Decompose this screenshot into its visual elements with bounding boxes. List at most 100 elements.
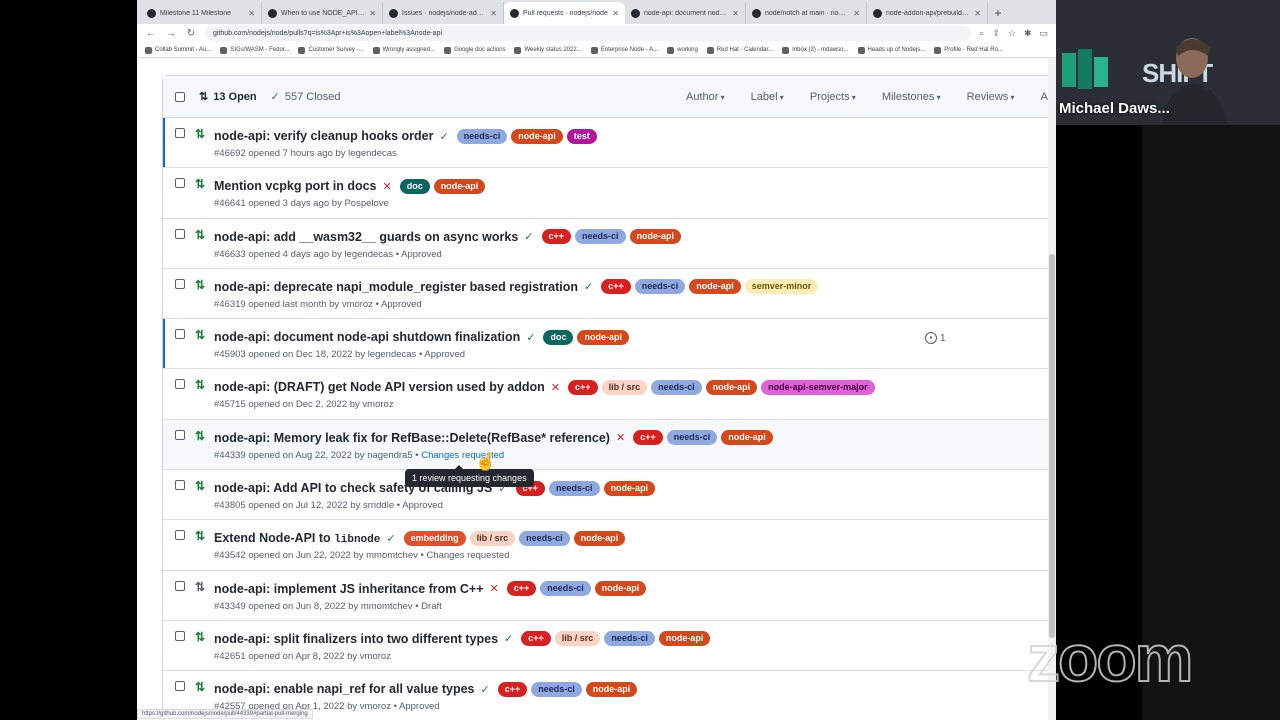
close-icon[interactable]: ✕	[853, 9, 860, 18]
pr-row[interactable]: ⇅ node-api: verify cleanup hooks order ✓ ne…	[163, 118, 1056, 169]
check-success-icon[interactable]: ✓	[524, 230, 533, 243]
pr-title-link[interactable]: node-api: implement JS inheritance from …	[214, 582, 484, 596]
row-checkbox[interactable]	[175, 278, 185, 289]
sidepanel-icon[interactable]: ▭	[1039, 28, 1048, 39]
label-cpp[interactable]: c++	[497, 681, 528, 697]
check-success-icon[interactable]: ✓	[526, 331, 535, 344]
row-checkbox[interactable]	[175, 580, 185, 591]
star-icon[interactable]: ☆	[1008, 28, 1016, 39]
label-lib[interactable]: lib / src	[601, 379, 648, 395]
label-node-api[interactable]: node-api	[573, 530, 626, 546]
url-input[interactable]: github.com/nodejs/node/pulls?q=is%3Apr+i…	[205, 26, 972, 41]
label-semver-minor[interactable]: semver-minor	[744, 279, 819, 295]
pr-row[interactable]: ⇅ Extend Node-API to libnode ✓ embedding lib…	[163, 520, 1056, 571]
bookmark-item[interactable]: Wrongly assigned...	[372, 46, 435, 54]
filter-reviews[interactable]: Reviews	[967, 91, 1015, 103]
close-icon[interactable]: ✕	[732, 9, 739, 18]
label-needs-ci[interactable]: needs-ci	[634, 279, 686, 295]
browser-tab[interactable]: When to use NODE_API_ADDO... ✕	[262, 2, 383, 24]
pr-row[interactable]: ⇅ node-api: (DRAFT) get Node API version …	[163, 369, 1056, 420]
pr-row[interactable]: ⇅ node-api: Add API to check safety of ca…	[163, 470, 1056, 521]
pr-row[interactable]: ⇅ Mention vcpkg port in docs ✕ doc node-api #…	[163, 168, 1056, 219]
pr-title-link[interactable]: node-api: enable napi_ref for all value …	[214, 682, 475, 696]
label-needs-ci[interactable]: needs-ci	[575, 229, 626, 245]
select-all-checkbox[interactable]	[175, 91, 185, 102]
scrollbar-thumb[interactable]	[1049, 254, 1055, 638]
label-needs-ci[interactable]: needs-ci	[666, 430, 718, 446]
label-needs-ci[interactable]: needs-ci	[549, 480, 600, 496]
label-node-api[interactable]: node-api	[577, 329, 629, 345]
label-lib[interactable]: lib / src	[469, 530, 516, 546]
bookmark-item[interactable]: Heads up of Nodejs...	[857, 46, 925, 54]
label-semver-major[interactable]: node-api-semver-major	[761, 379, 875, 395]
bookmark-item[interactable]: working	[667, 46, 698, 54]
label-cpp[interactable]: c++	[521, 631, 551, 647]
forward-icon[interactable]: →	[165, 28, 177, 39]
label-needs-ci[interactable]: needs-ci	[531, 681, 582, 697]
label-node-api[interactable]: node-api	[585, 681, 638, 697]
extensions-icon[interactable]: ✱	[1024, 28, 1032, 39]
close-icon[interactable]: ✕	[248, 9, 255, 18]
row-checkbox[interactable]	[175, 530, 185, 541]
browser-tab[interactable]: node-addon-api/prebuild_too...✕	[867, 2, 988, 24]
pr-title-link[interactable]: node-api: add __wasm32__ guards on async…	[214, 230, 518, 244]
row-checkbox[interactable]	[175, 128, 185, 138]
reload-icon[interactable]: ↻	[185, 28, 197, 39]
check-success-icon[interactable]: ✓	[386, 532, 395, 545]
label-lib[interactable]: lib / src	[554, 631, 601, 647]
pr-title-link[interactable]: node-api: deprecate napi_module_register…	[214, 280, 578, 294]
check-failure-icon[interactable]: ✕	[490, 582, 499, 595]
pr-title-link[interactable]: node-api: split finalizers into two diff…	[214, 632, 498, 646]
zoom-icon[interactable]: ⌕	[979, 28, 984, 39]
share-icon[interactable]: ⇪	[992, 28, 1000, 39]
label-embedding[interactable]: embedding	[403, 530, 466, 546]
pr-row[interactable]: ⇅ node-api: Memory leak fix for RefBase::…	[163, 419, 1056, 471]
close-icon[interactable]: ✕	[974, 9, 981, 18]
row-checkbox[interactable]	[175, 480, 185, 491]
bookmark-item[interactable]: Google doc actions	[444, 46, 505, 54]
label-node-api[interactable]: node-api	[629, 229, 682, 245]
closed-filter[interactable]: ✓ 557 Closed	[271, 90, 341, 104]
pr-row[interactable]: ⇅ node-api: split finalizers into two dif…	[163, 621, 1056, 672]
check-failure-icon[interactable]: ✕	[383, 180, 392, 193]
bookmark-item[interactable]: Profile - Red Hat Ro...	[934, 46, 1003, 54]
row-checkbox[interactable]	[175, 178, 185, 189]
bookmark-item[interactable]: Weekly status 2022...	[514, 46, 582, 54]
label-node-api[interactable]: node-api	[658, 631, 711, 647]
bookmark-item[interactable]: Enterprise Node - A...	[590, 46, 658, 54]
label-cpp[interactable]: c++	[601, 279, 631, 295]
pr-row[interactable]: ⇅ node-api: add __wasm32__ guards on asyn…	[163, 219, 1056, 269]
linked-issues[interactable]: • 1	[925, 332, 946, 345]
label-cpp[interactable]: c++	[633, 430, 663, 446]
bookmark-item[interactable]: Customer Survey -...	[298, 46, 364, 54]
browser-tab[interactable]: node-api: document node-api ✕	[625, 2, 746, 24]
label-node-api[interactable]: node-api	[511, 128, 563, 144]
label-needs-ci[interactable]: needs-ci	[456, 128, 508, 144]
pr-title-link[interactable]: Extend Node-API to libnode	[214, 531, 380, 546]
check-failure-icon[interactable]: ✕	[616, 431, 625, 444]
check-success-icon[interactable]: ✓	[504, 632, 513, 645]
close-icon[interactable]: ✕	[490, 9, 497, 18]
video-thumbnail[interactable]: SHIFT Michael Daws...	[1056, 0, 1280, 125]
row-checkbox[interactable]	[175, 228, 185, 239]
pr-row[interactable]: ⇅ node-api: deprecate napi_module_registe…	[163, 269, 1056, 320]
browser-tab[interactable]: Milestone 11 Milestone ✕	[141, 2, 262, 24]
pr-row[interactable]: ⇅ node-api: implement JS inheritance from…	[163, 571, 1056, 621]
label-cpp[interactable]: c++	[506, 581, 537, 597]
browser-tab[interactable]: Issues · nodejs/node-addon-api ✕	[383, 2, 504, 24]
label-node-api[interactable]: node-api	[705, 379, 758, 395]
pr-title-link[interactable]: node-api: document node-api shutdown fin…	[214, 330, 520, 344]
filter-author[interactable]: Author	[686, 91, 725, 103]
row-checkbox[interactable]	[175, 681, 185, 692]
filter-label[interactable]: Label	[751, 91, 784, 103]
bookmark-item[interactable]: Red Hat - Calendar...	[706, 46, 773, 54]
bookmark-item[interactable]: Collab Summit - Au...	[145, 46, 211, 54]
browser-tab[interactable]: node/notch at main · nodejs/... ✕	[746, 2, 867, 24]
check-failure-icon[interactable]: ✕	[551, 381, 560, 394]
back-icon[interactable]: ←	[145, 28, 157, 39]
label-node-api[interactable]: node-api	[721, 430, 773, 446]
filter-projects[interactable]: Projects	[810, 91, 856, 103]
bookmark-item[interactable]: Inbox (3) - mdawso...	[782, 46, 849, 54]
label-node-api[interactable]: node-api	[433, 178, 486, 194]
pr-title-link[interactable]: node-api: Memory leak fix for RefBase::D…	[214, 431, 610, 445]
